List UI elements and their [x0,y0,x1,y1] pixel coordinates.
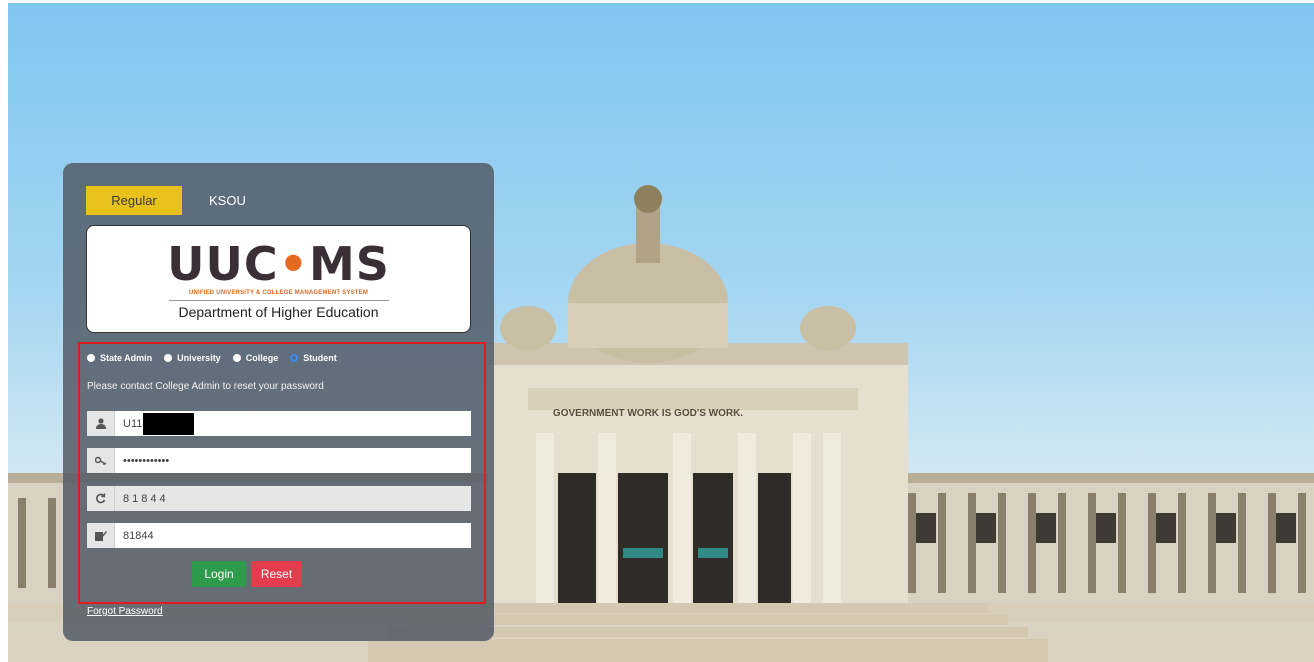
tab-regular[interactable]: Regular [86,186,182,215]
radio-college[interactable]: College [232,353,279,363]
radio-dot-selected [290,354,299,362]
captcha-entry-row [87,523,471,548]
login-button[interactable]: Login [192,561,246,587]
role-selector: State Admin University College Student [87,353,349,363]
captcha-input[interactable] [115,523,471,548]
password-input[interactable] [115,448,471,473]
key-icon [87,448,115,473]
logo-subtitle: UNIFIED UNIVERSITY & COLLEGE MANAGEMENT … [188,290,369,296]
radio-student[interactable]: Student [290,353,337,363]
radio-dot [87,354,95,362]
radio-university[interactable]: University [164,353,221,363]
password-row [87,448,471,473]
redaction-mask [143,413,194,435]
logo-divider [168,300,389,301]
user-icon [87,411,115,436]
radio-label: College [245,353,279,363]
radio-label: State Admin [100,353,153,363]
captcha-row [87,486,471,511]
radio-dot [164,354,173,362]
reset-button[interactable]: Reset [251,561,302,587]
refresh-icon[interactable] [87,486,115,511]
reset-password-note: Please contact College Admin to reset yo… [87,381,324,392]
captcha-display [115,486,471,511]
login-tabs: Regular KSOU [86,186,246,215]
forgot-password-link[interactable]: Forgot Password [87,606,163,617]
radio-label: Student [303,353,337,363]
tab-ksou[interactable]: KSOU [182,186,246,215]
logo-title: UUC•MS [167,237,390,291]
uucms-logo: UUC•MS UNIFIED UNIVERSITY & COLLEGE MANA… [86,225,471,333]
radio-dot [232,354,241,362]
edit-icon [87,523,115,548]
logo-department: Department of Higher Education [178,304,379,320]
inscription-text: GOVERNMENT WORK IS GOD'S WORK. [553,408,743,419]
radio-state-admin[interactable]: State Admin [87,353,152,363]
radio-label: University [177,353,221,363]
